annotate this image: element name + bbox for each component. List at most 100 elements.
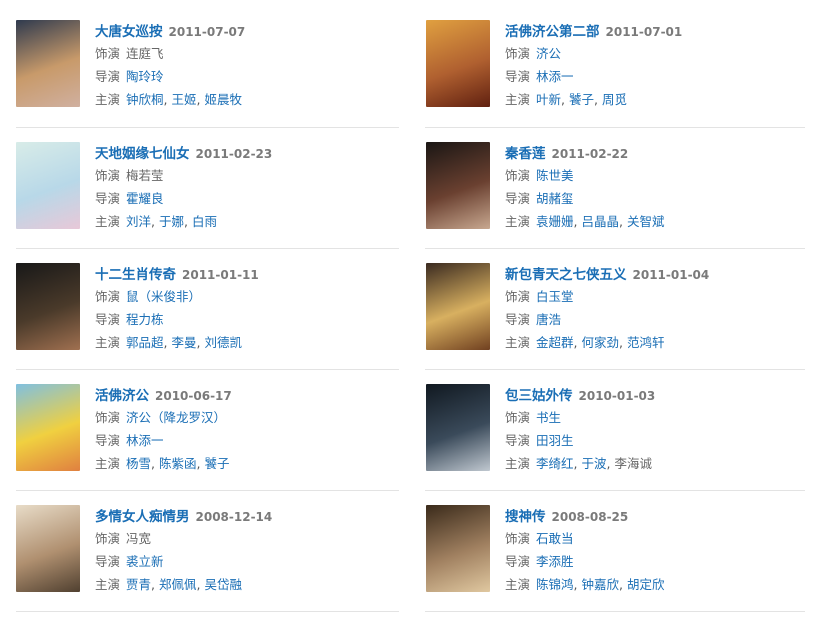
role-value[interactable]: 济公: [536, 46, 561, 61]
director-link[interactable]: 林添一: [536, 69, 574, 84]
title-line: 新包青天之七侠五义 2011-01-04: [505, 263, 806, 285]
release-date: 2011-02-23: [195, 147, 273, 161]
role-line: 饰演 白玉堂: [505, 285, 806, 308]
director-link[interactable]: 胡赭玺: [536, 191, 574, 206]
drama-item: 包三姑外传 2010-01-03 饰演 书生 导演 田羽生 主演 李绮红, 于波, 李海诚: [426, 384, 806, 474]
drama-meta: 天地姻缘七仙女 2011-02-23 饰演 梅若莹 导演 霍耀良 主演 刘洋, 于娜, 白雨: [95, 142, 396, 233]
cast-member-link[interactable]: 金超群: [536, 335, 574, 350]
director-link[interactable]: 田羽生: [536, 433, 574, 448]
director-line: 导演 裘立新: [95, 550, 396, 573]
poster-thumbnail[interactable]: [16, 263, 80, 350]
list-row: 多情女人痴情男 2008-12-14 饰演 冯宽 导演 裘立新 主演 贾青, 郑佩佩, 吴岱融…: [0, 491, 813, 612]
cast-member-link[interactable]: 李绮红: [536, 456, 574, 471]
cast-member-link[interactable]: 何家劲: [581, 335, 619, 350]
cast-member-link[interactable]: 吕晶晶: [581, 214, 619, 229]
cast-member-link[interactable]: 胡定欣: [627, 577, 665, 592]
list-row: 大唐女巡按 2011-07-07 饰演 连庭飞 导演 陶玲玲 主演 钟欣桐, 王姬, 姬晨牧活…: [0, 0, 813, 128]
cast-member-link[interactable]: 刘洋: [126, 214, 151, 229]
cast-member-link[interactable]: 叶新: [536, 92, 561, 107]
drama-list: 大唐女巡按 2011-07-07 饰演 连庭飞 导演 陶玲玲 主演 钟欣桐, 王姬, 姬晨牧活…: [0, 0, 813, 612]
release-date: 2011-07-01: [605, 25, 683, 39]
cast-member-link[interactable]: 饕子: [204, 456, 229, 471]
cast-member-link[interactable]: 关智斌: [627, 214, 665, 229]
title-line: 活佛济公 2010-06-17: [95, 384, 396, 406]
director-link[interactable]: 程力栋: [126, 312, 164, 327]
cast-member-link[interactable]: 周觅: [602, 92, 627, 107]
role-value: 连庭飞: [126, 46, 164, 61]
cast-member-link[interactable]: 于娜: [159, 214, 184, 229]
cast-label: 主演: [505, 335, 531, 350]
role-line: 饰演 连庭飞: [95, 42, 396, 65]
cast-member-link[interactable]: 姬晨牧: [204, 92, 242, 107]
director-link[interactable]: 裘立新: [126, 554, 164, 569]
drama-meta: 包三姑外传 2010-01-03 饰演 书生 导演 田羽生 主演 李绮红, 于波, 李海诚: [505, 384, 806, 475]
cast-member-link[interactable]: 饕子: [569, 92, 594, 107]
cast-member-link[interactable]: 袁姗姗: [536, 214, 574, 229]
drama-meta: 大唐女巡按 2011-07-07 饰演 连庭飞 导演 陶玲玲 主演 钟欣桐, 王姬, 姬晨牧: [95, 20, 396, 111]
cast-member-link[interactable]: 刘德凯: [204, 335, 242, 350]
drama-meta: 活佛济公第二部 2011-07-01 饰演 济公 导演 林添一 主演 叶新, 饕子, 周觅: [505, 20, 806, 111]
director-link[interactable]: 陶玲玲: [126, 69, 164, 84]
cast-label: 主演: [505, 577, 531, 592]
cast-separator: ,: [594, 92, 602, 107]
cast-member-link[interactable]: 白雨: [192, 214, 217, 229]
cast-member-link[interactable]: 贾青: [126, 577, 151, 592]
cast-label: 主演: [95, 456, 121, 471]
role-value[interactable]: 石敢当: [536, 531, 574, 546]
poster-thumbnail[interactable]: [426, 20, 490, 107]
cast-member-link[interactable]: 范鸿轩: [627, 335, 665, 350]
drama-title-link[interactable]: 包三姑外传: [505, 388, 573, 404]
role-value[interactable]: 白玉堂: [536, 289, 574, 304]
poster-thumbnail[interactable]: [16, 20, 80, 107]
cast-member-link[interactable]: 李曼: [171, 335, 196, 350]
poster-thumbnail[interactable]: [426, 384, 490, 471]
drama-title-link[interactable]: 搜神传: [505, 509, 546, 525]
role-value[interactable]: 陈世美: [536, 168, 574, 183]
director-label: 导演: [505, 312, 531, 327]
director-line: 导演 陶玲玲: [95, 65, 396, 88]
cast-line: 主演 贾青, 郑佩佩, 吴岱融: [95, 573, 396, 596]
cast-line: 主演 刘洋, 于娜, 白雨: [95, 210, 396, 233]
cast-member-link[interactable]: 陈锦鸿: [536, 577, 574, 592]
release-date: 2011-01-04: [632, 268, 710, 282]
director-label: 导演: [505, 69, 531, 84]
cast-label: 主演: [95, 92, 121, 107]
director-link[interactable]: 李添胜: [536, 554, 574, 569]
director-link[interactable]: 唐浩: [536, 312, 561, 327]
drama-title-link[interactable]: 活佛济公: [95, 388, 149, 404]
cast-separator: ,: [184, 214, 192, 229]
cast-member-link[interactable]: 王姬: [171, 92, 196, 107]
role-value[interactable]: 鼠（米俊非）: [126, 289, 201, 304]
drama-title-link[interactable]: 天地姻缘七仙女: [95, 146, 190, 162]
cast-member-link[interactable]: 郭品超: [126, 335, 164, 350]
drama-title-link[interactable]: 活佛济公第二部: [505, 24, 600, 40]
role-value[interactable]: 济公（降龙罗汉）: [126, 410, 226, 425]
cast-member-link[interactable]: 郑佩佩: [159, 577, 197, 592]
drama-title-link[interactable]: 十二生肖传奇: [95, 267, 176, 283]
drama-title-link[interactable]: 新包青天之七侠五义: [505, 267, 627, 283]
cast-member-link[interactable]: 陈紫函: [159, 456, 197, 471]
poster-thumbnail[interactable]: [16, 384, 80, 471]
drama-title-link[interactable]: 多情女人痴情男: [95, 509, 190, 525]
drama-title-link[interactable]: 秦香莲: [505, 146, 546, 162]
director-line: 导演 李添胜: [505, 550, 806, 573]
cast-member-link[interactable]: 钟嘉欣: [581, 577, 619, 592]
poster-thumbnail[interactable]: [16, 142, 80, 229]
cast-member-link[interactable]: 于波: [581, 456, 606, 471]
cast-line: 主演 钟欣桐, 王姬, 姬晨牧: [95, 88, 396, 111]
poster-thumbnail[interactable]: [426, 142, 490, 229]
cast-member-link[interactable]: 杨雪: [126, 456, 151, 471]
cast-member-link[interactable]: 钟欣桐: [126, 92, 164, 107]
cast-separator: ,: [561, 92, 569, 107]
director-line: 导演 林添一: [505, 65, 806, 88]
poster-thumbnail[interactable]: [426, 263, 490, 350]
director-link[interactable]: 林添一: [126, 433, 164, 448]
role-value[interactable]: 书生: [536, 410, 561, 425]
poster-thumbnail[interactable]: [16, 505, 80, 592]
cast-label: 主演: [95, 214, 121, 229]
drama-title-link[interactable]: 大唐女巡按: [95, 24, 163, 40]
director-link[interactable]: 霍耀良: [126, 191, 164, 206]
cast-label: 主演: [505, 92, 531, 107]
cast-member-link[interactable]: 吴岱融: [204, 577, 242, 592]
poster-thumbnail[interactable]: [426, 505, 490, 592]
